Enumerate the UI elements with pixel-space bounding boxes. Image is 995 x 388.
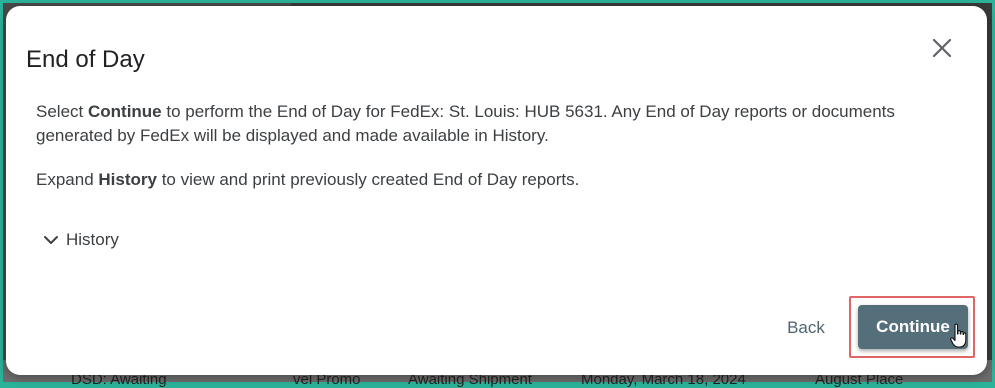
history-expander[interactable]: History [42,230,119,250]
continue-emphasis: Continue [87,102,162,121]
close-button[interactable] [926,32,958,64]
dialog-title: End of Day [26,46,145,73]
history-label: History [66,230,119,249]
end-of-day-dialog: End of Day Select Continue to perform th… [6,6,987,375]
continue-instructions-prefix: Select [36,102,88,121]
continue-instructions: Select Continue to perform the End of Da… [36,100,936,148]
back-button[interactable]: Back [778,312,834,344]
close-icon [932,38,952,58]
continue-instructions-suffix: to perform the End of Day for FedEx: St.… [36,102,895,145]
history-instructions-suffix: to view and print previously created End… [156,170,580,189]
chevron-down-icon [42,231,60,249]
history-instructions: Expand History to view and print previou… [36,168,936,192]
history-emphasis: History [98,170,157,189]
history-instructions-prefix: Expand [36,170,99,189]
hand-cursor-icon [950,323,967,348]
